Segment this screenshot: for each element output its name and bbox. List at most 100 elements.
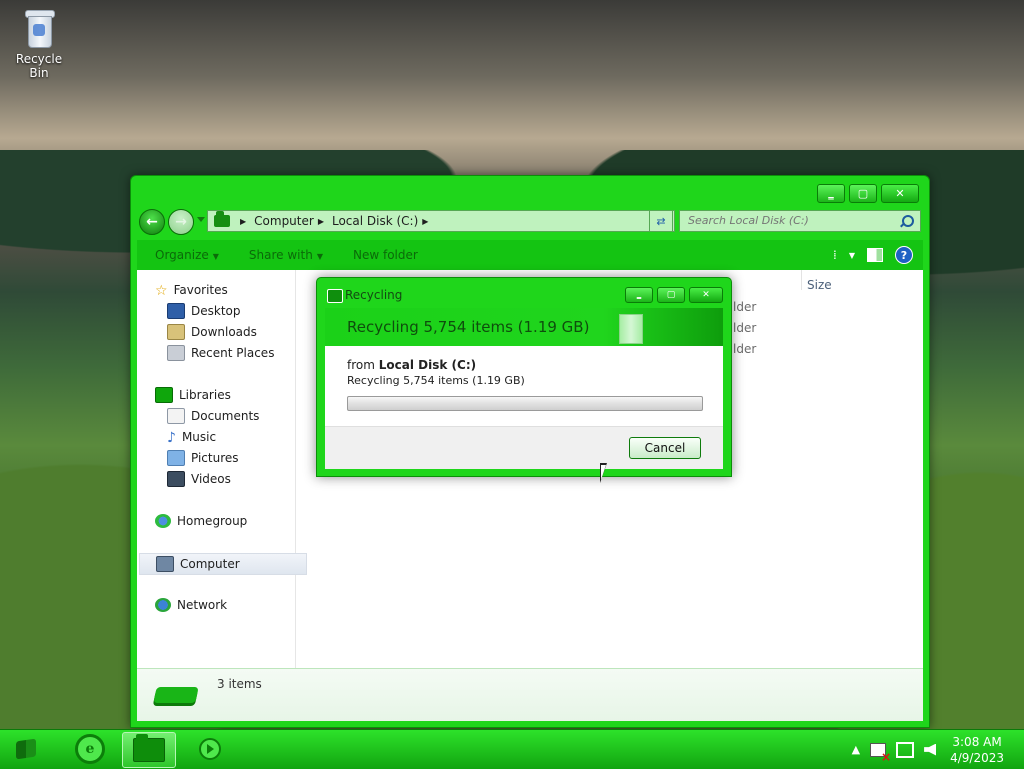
- search-icon[interactable]: [902, 215, 914, 227]
- music-icon: ♪: [167, 430, 176, 446]
- nav-videos-label: Videos: [191, 472, 231, 486]
- taskbar-windows-explorer[interactable]: [122, 732, 176, 768]
- nav-documents-label: Documents: [191, 409, 260, 423]
- star-icon: ☆: [155, 283, 168, 299]
- search-input[interactable]: [686, 213, 890, 228]
- desktop-icon-recycle-bin[interactable]: Recycle Bin: [6, 6, 72, 80]
- nav-music[interactable]: ♪ Music: [167, 427, 216, 447]
- dialog-close-button[interactable]: ✕: [689, 287, 723, 303]
- nav-computer-label: Computer: [180, 557, 240, 571]
- documents-icon: [167, 408, 185, 424]
- progress-bar: [347, 396, 703, 411]
- maximize-button[interactable]: ▢: [849, 184, 877, 203]
- internet-explorer-icon: e: [75, 734, 105, 764]
- nav-recent-places[interactable]: Recent Places: [167, 343, 274, 363]
- dialog-header: Recycling 5,754 items (1.19 GB): [325, 308, 723, 346]
- back-arrow-icon: ←: [146, 214, 158, 230]
- nav-documents[interactable]: Documents: [167, 406, 259, 426]
- chevron-down-icon: ▼: [316, 252, 323, 261]
- navigation-pane: ☆ Favorites Desktop Downloads Recent Pla…: [137, 270, 307, 668]
- clock-date: 4/9/2023: [950, 750, 1004, 765]
- cancel-button[interactable]: Cancel: [629, 437, 701, 459]
- breadcrumb-separator-icon[interactable]: ▶: [318, 217, 324, 226]
- window-controls: ‗ ▢ ✕: [817, 184, 919, 203]
- clock-time: 3:08 AM: [952, 734, 1002, 749]
- nav-computer[interactable]: Computer: [139, 553, 307, 575]
- details-pane: 3 items: [137, 668, 923, 721]
- recent-places-icon: [167, 345, 185, 361]
- close-button[interactable]: ✕: [881, 184, 919, 203]
- recent-pages-dropdown[interactable]: [197, 217, 205, 222]
- row-type-cell: lder: [733, 300, 757, 314]
- help-icon[interactable]: ?: [895, 246, 913, 264]
- windows-logo-icon: [16, 738, 36, 760]
- command-bar: Organize ▼ Share with ▼ New folder ⁞ ▼ ?: [137, 240, 923, 270]
- dialog-maximize-button[interactable]: ▢: [657, 287, 685, 303]
- taskbar: e ▲ 3:08 AM 4/9/2023: [0, 729, 1024, 769]
- show-hidden-icons-button[interactable]: ▲: [852, 743, 860, 756]
- nav-downloads[interactable]: Downloads: [167, 322, 257, 342]
- computer-icon: [214, 211, 230, 227]
- dialog-title: Recycling: [345, 288, 403, 302]
- videos-icon: [167, 471, 185, 487]
- recycle-bin-icon: [23, 8, 55, 48]
- minimize-button[interactable]: ‗: [817, 184, 845, 203]
- libraries-icon: [155, 387, 173, 403]
- volume-muted-icon[interactable]: [924, 743, 937, 756]
- item-count: 3 items: [217, 677, 262, 691]
- address-bar[interactable]: ▶ Computer ▶ Local Disk (C:) ▶ ▼: [207, 210, 675, 232]
- column-header-size[interactable]: Size: [807, 278, 832, 292]
- nav-videos[interactable]: Videos: [167, 469, 231, 489]
- taskbar-internet-explorer[interactable]: e: [64, 732, 116, 766]
- breadcrumb-computer[interactable]: Computer: [254, 214, 314, 228]
- nav-favorites[interactable]: ☆ Favorites: [155, 280, 228, 300]
- network-status-icon[interactable]: [896, 741, 915, 758]
- recycle-bin-icon: [619, 314, 643, 344]
- pictures-icon: [167, 450, 185, 466]
- breadcrumb-local-disk[interactable]: Local Disk (C:): [332, 214, 418, 228]
- nav-libraries[interactable]: Libraries: [155, 385, 231, 405]
- minimize-icon: ‗: [828, 187, 834, 200]
- nav-desktop[interactable]: Desktop: [167, 301, 241, 321]
- row-type-cell: lder: [733, 342, 757, 356]
- breadcrumb-separator-icon[interactable]: ▶: [240, 217, 246, 226]
- share-with-menu[interactable]: Share with ▼: [249, 248, 323, 262]
- view-controls: ⁞ ▼ ?: [833, 246, 913, 264]
- forward-arrow-icon: →: [175, 214, 187, 230]
- refresh-icon: ⇄: [656, 214, 666, 228]
- preview-pane-icon[interactable]: [867, 248, 883, 262]
- nav-favorites-label: Favorites: [173, 283, 228, 297]
- organize-label: Organize: [155, 248, 209, 262]
- nav-homegroup[interactable]: Homegroup: [155, 511, 247, 531]
- recycling-dialog: Recycling ‗ ▢ ✕ Recycling 5,754 items (1…: [316, 277, 732, 477]
- clock[interactable]: 3:08 AM 4/9/2023: [950, 734, 1004, 766]
- close-icon: ✕: [702, 290, 710, 300]
- start-button[interactable]: [6, 734, 46, 764]
- drive-icon: [153, 687, 199, 703]
- column-divider[interactable]: [801, 270, 802, 290]
- view-options-chevron-icon[interactable]: ▼: [849, 251, 855, 260]
- system-tray: ▲ 3:08 AM 4/9/2023: [852, 730, 1024, 769]
- change-view-icon[interactable]: ⁞: [833, 248, 837, 262]
- taskbar-media-player[interactable]: [184, 732, 236, 766]
- back-button[interactable]: ←: [139, 209, 165, 235]
- nav-pictures[interactable]: Pictures: [167, 448, 239, 468]
- source-location: Local Disk (C:): [378, 358, 477, 372]
- nav-recent-places-label: Recent Places: [191, 346, 275, 360]
- nav-pictures-label: Pictures: [191, 451, 239, 465]
- nav-desktop-label: Desktop: [191, 304, 241, 318]
- dialog-footer: Cancel: [325, 426, 723, 469]
- new-folder-button[interactable]: New folder: [353, 248, 418, 262]
- dialog-minimize-button[interactable]: ‗: [625, 287, 653, 303]
- refresh-button[interactable]: ⇄: [649, 210, 673, 232]
- nav-network[interactable]: Network: [155, 595, 227, 615]
- action-center-icon[interactable]: [870, 742, 891, 764]
- homegroup-icon: [155, 514, 171, 528]
- forward-button[interactable]: →: [168, 209, 194, 235]
- dialog-header-text: Recycling 5,754 items (1.19 GB): [347, 318, 590, 336]
- breadcrumb-separator-icon[interactable]: ▶: [422, 217, 428, 226]
- organize-menu[interactable]: Organize ▼: [155, 248, 219, 262]
- search-box[interactable]: [679, 210, 921, 232]
- nav-libraries-label: Libraries: [179, 388, 231, 402]
- nav-homegroup-label: Homegroup: [177, 514, 248, 528]
